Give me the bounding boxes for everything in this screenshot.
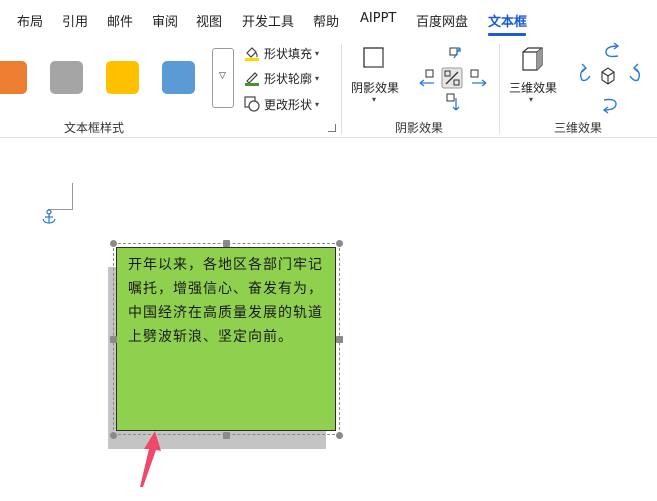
pen-icon	[245, 72, 259, 86]
tilt-up-icon	[605, 42, 620, 58]
3d-effects-icon[interactable]	[520, 46, 544, 72]
3d-center-icon	[601, 67, 615, 85]
nudge-up-icon	[449, 47, 461, 59]
document-canvas: 开年以来，各地区各部门牢记嘱托，增强信心、奋发有为，中国经济在高质量发展的轨道上…	[0, 139, 657, 501]
margin-marker	[72, 183, 73, 209]
shape-outline-button[interactable]: 形状轮廓 ▾	[244, 68, 319, 88]
resize-handle-top-left[interactable]	[110, 240, 117, 247]
chevron-down-icon: ▾	[315, 99, 320, 109]
resize-handle-bottom-right[interactable]	[336, 432, 343, 439]
3d-tilt-controls	[579, 42, 641, 114]
shape-outline-label: 形状轮廓	[264, 71, 313, 86]
style-swatch-gold[interactable]	[106, 61, 139, 94]
chevron-down-icon: ▾	[315, 73, 320, 83]
resize-handle-left[interactable]	[110, 336, 117, 343]
tab-help[interactable]: 帮助	[313, 11, 339, 30]
resize-handle-right[interactable]	[336, 336, 343, 343]
shadow-toggle-icon	[441, 67, 463, 89]
ribbon-tabs: 布局 引用 邮件 审阅 视图 开发工具 帮助 AIPPT 百度网盘 文本框	[0, 0, 657, 38]
shape-fill-button[interactable]: 形状填充 ▾	[244, 43, 319, 63]
active-tab-indicator	[488, 33, 526, 36]
tab-textbox[interactable]: 文本框	[488, 11, 527, 30]
resize-handle-top-right[interactable]	[336, 240, 343, 247]
tab-layout[interactable]: 布局	[17, 11, 43, 30]
tab-aippt[interactable]: AIPPT	[360, 11, 396, 26]
shape-fill-label: 形状填充	[264, 46, 313, 61]
style-swatch-orange[interactable]	[0, 61, 27, 94]
resize-handle-bottom[interactable]	[223, 432, 230, 439]
change-shape-button[interactable]: 更改形状 ▾	[244, 94, 319, 114]
change-shape-icon	[244, 96, 260, 112]
group-divider	[341, 44, 342, 134]
resize-handle-bottom-left[interactable]	[110, 432, 117, 439]
style-swatch-blue[interactable]	[162, 61, 195, 94]
dialog-launcher-icon[interactable]	[328, 124, 336, 132]
change-shape-label: 更改形状	[264, 97, 313, 112]
nudge-shadow-controls	[419, 47, 487, 111]
shadow-group-label: 阴影效果	[395, 121, 444, 135]
tab-mailings[interactable]: 邮件	[107, 11, 133, 30]
ribbon: ▽ 形状填充 ▾ 形状轮廓 ▾ 更改形状 ▾ 文本框样式 阴影效果 ▾ 阴影效果…	[0, 38, 657, 138]
chevron-down-icon: ▽	[219, 71, 226, 81]
textbox-content[interactable]: 开年以来，各地区各部门牢记嘱托，增强信心、奋发有为，中国经济在高质量发展的轨道上…	[128, 253, 332, 349]
tab-view[interactable]: 视图	[196, 11, 222, 30]
nudge-right-icon	[470, 69, 487, 87]
textbox-styles-group-label: 文本框样式	[64, 121, 125, 135]
tilt-right-icon	[629, 63, 641, 82]
3d-group-label: 三维效果	[554, 121, 603, 135]
chevron-down-icon: ▾	[529, 95, 534, 104]
3d-effects-label[interactable]: 三维效果	[509, 79, 557, 96]
shadow-effects-label[interactable]: 阴影效果	[351, 79, 399, 96]
group-divider	[499, 44, 500, 134]
tilt-down-icon	[602, 98, 617, 114]
tab-developer[interactable]: 开发工具	[242, 11, 294, 30]
tab-review[interactable]: 审阅	[152, 11, 178, 30]
paint-bucket-icon	[245, 47, 259, 61]
chevron-down-icon: ▾	[372, 95, 377, 104]
anchor-icon[interactable]	[42, 209, 56, 225]
pointer-arrow-icon	[140, 431, 161, 487]
nudge-down-icon	[446, 93, 460, 111]
nudge-left-icon	[419, 69, 434, 87]
tab-baidu-netdisk[interactable]: 百度网盘	[416, 11, 468, 30]
resize-handle-top[interactable]	[223, 240, 230, 247]
style-swatch-gray[interactable]	[50, 61, 83, 94]
tab-references[interactable]: 引用	[62, 11, 88, 30]
styles-more-button[interactable]: ▽	[212, 48, 234, 108]
tilt-left-icon	[579, 63, 591, 82]
shadow-effects-icon[interactable]	[362, 46, 386, 70]
chevron-down-icon: ▾	[315, 48, 320, 58]
